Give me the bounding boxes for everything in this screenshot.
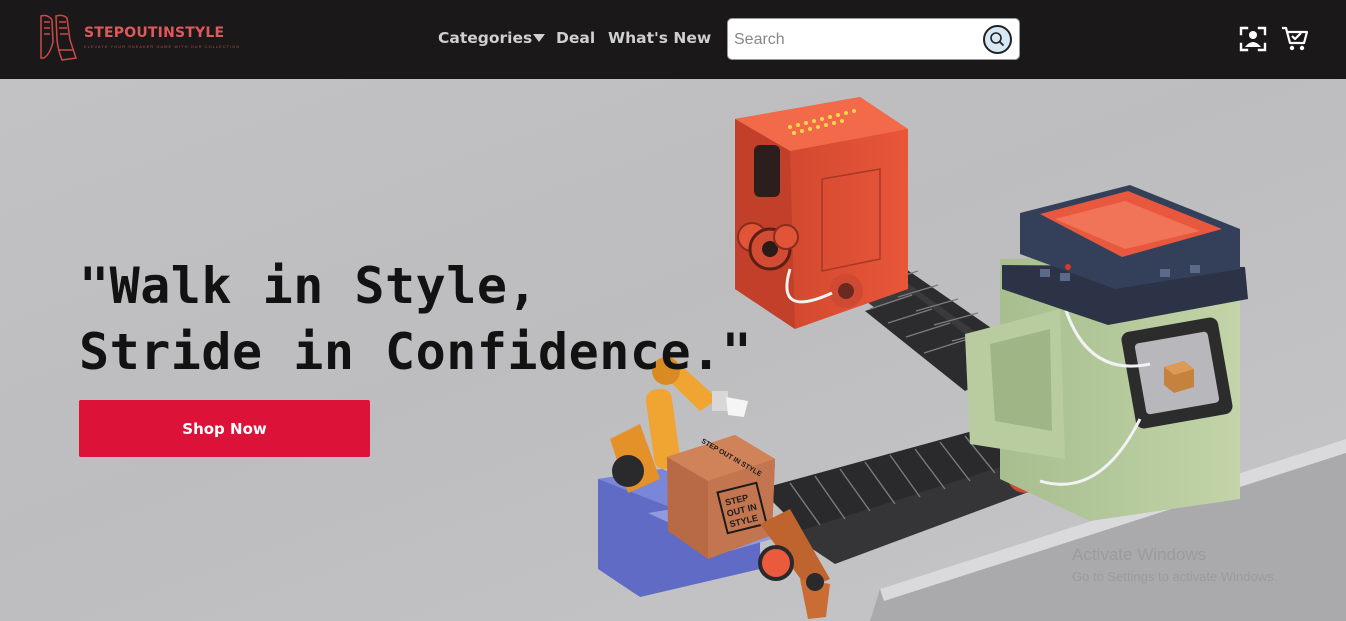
search-box <box>727 18 1020 60</box>
hero-headline-line-1: "Walk in Style, <box>79 257 539 315</box>
chevron-down-icon[interactable] <box>533 34 545 42</box>
shop-now-button[interactable]: Shop Now <box>79 400 370 457</box>
nav-whats-new[interactable]: What's New <box>608 29 711 47</box>
hero-headline-line-2: Stride in Confidence." <box>79 323 753 381</box>
nav-deal[interactable]: Deal <box>556 29 595 47</box>
user-account-icon[interactable] <box>1239 26 1267 52</box>
brand-tagline: ELEVATE YOUR SNEAKER GAME WITH OUR COLLE… <box>84 44 241 49</box>
search-button[interactable] <box>983 25 1012 54</box>
activate-windows-subtitle: Go to Settings to activate Windows. <box>1072 569 1278 584</box>
activate-windows-title: Activate Windows <box>1072 545 1207 564</box>
search-icon <box>990 32 1005 47</box>
cart-icon[interactable] <box>1281 26 1309 52</box>
brand-name[interactable]: STEPOUTINSTYLE <box>84 25 224 41</box>
search-input[interactable] <box>734 29 974 51</box>
nav-categories[interactable]: Categories <box>438 29 532 47</box>
hero-section: STEP OUT IN STYLE STEP OUT IN STYLE "Wal… <box>0 79 1346 621</box>
top-navbar: STEPOUTINSTYLE ELEVATE YOUR SNEAKER GAME… <box>0 0 1346 79</box>
